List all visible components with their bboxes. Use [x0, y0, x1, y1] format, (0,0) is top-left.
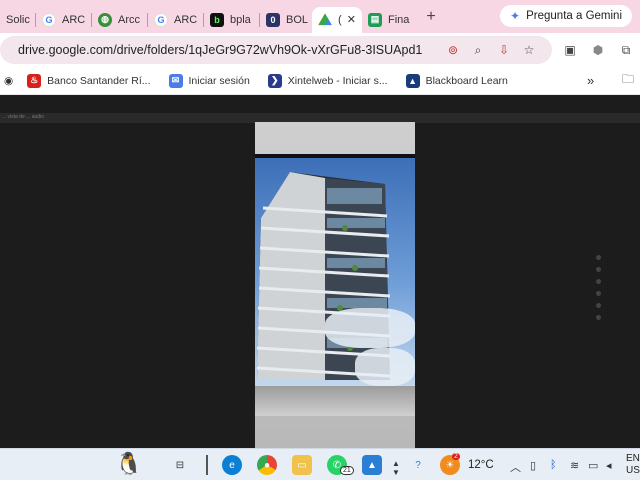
image-bottom-area: [255, 386, 415, 416]
battery-icon[interactable]: ▭: [588, 459, 598, 472]
bookmarks-bar: ◉ ♨ Banco Santander Rí... ✉ Iniciar sesi…: [0, 67, 640, 95]
tab-2[interactable]: ◍ Arcc: [92, 7, 148, 33]
bluetooth-icon[interactable]: ᛒ: [550, 459, 557, 471]
tab-1[interactable]: G ARC: [36, 7, 92, 33]
bookmark-label: Xintelweb - Iniciar s...: [287, 74, 388, 87]
url-text[interactable]: drive.google.com/drive/folders/1qJeGr9G7…: [18, 43, 422, 57]
bookmarks-overflow-button[interactable]: »: [587, 73, 594, 88]
screen-capture-icon[interactable]: ⊚: [445, 42, 461, 58]
bookmark-xintelweb[interactable]: ❯ Xintelweb - Iniciar s...: [267, 73, 388, 88]
scroll-arrows-icon[interactable]: ▲ ▼: [392, 459, 400, 477]
building-render-image[interactable]: [255, 122, 415, 448]
tab-label: ARC: [62, 13, 86, 26]
bookmark-label: Iniciar sesión: [188, 74, 250, 87]
bookmark-star-icon[interactable]: ☆: [521, 42, 537, 58]
google-drive-icon: [318, 13, 332, 26]
google-icon: G: [154, 12, 168, 27]
taskbar-divider: [206, 455, 208, 475]
bookmark-iniciar-sesion[interactable]: ✉ Iniciar sesión: [168, 73, 250, 88]
viewer-header-text: ... vista de ... audio: [2, 114, 44, 120]
install-app-icon[interactable]: ⇩: [496, 42, 512, 58]
wifi-icon[interactable]: ≋: [570, 459, 579, 472]
tab-6-active[interactable]: ( ✕: [312, 6, 362, 33]
volume-icon[interactable]: ◂: [606, 459, 612, 472]
bookmark-label: Banco Santander Rí...: [47, 74, 151, 87]
help-icon[interactable]: ?: [408, 455, 428, 475]
login-icon: ✉: [168, 73, 183, 88]
browser-toolbar: drive.google.com/drive/folders/1qJeGr9G7…: [0, 33, 640, 67]
tab-label: BOL: [286, 13, 309, 26]
lang-region: US: [626, 465, 640, 476]
blackboard-icon: ▲: [405, 73, 420, 88]
drive-preview-viewer: ... vista de ... audio: [0, 95, 640, 448]
device-icon[interactable]: ▯: [530, 459, 536, 472]
tab-label: bpla: [230, 13, 251, 26]
photos-icon[interactable]: ▲: [362, 455, 382, 475]
folder-icon[interactable]: 🗀: [622, 70, 634, 91]
windows-taskbar: 🐧 ⊟ e ● ▭ ✆ 21 ▲ ▲ ▼ ? ☀ 2 12°C ︿ ▯ ᛒ ≋ ▭…: [0, 448, 640, 480]
gemini-sparkle-icon: ✦: [510, 9, 521, 23]
file-explorer-icon[interactable]: ▭: [292, 455, 312, 475]
gemini-label: Pregunta a Gemini: [526, 10, 622, 22]
site-info-icon[interactable]: [0, 36, 10, 64]
xintelweb-icon: ❯: [267, 73, 282, 88]
gemini-button[interactable]: ✦ Pregunta a Gemini: [500, 5, 632, 27]
sheets-icon: ▤: [368, 12, 382, 27]
tab-label: Solic: [6, 13, 30, 26]
tab-0[interactable]: Solic: [0, 7, 36, 33]
bookmark-label: Blackboard Learn: [425, 74, 508, 87]
extension-icon[interactable]: ▣: [562, 42, 578, 58]
tab-3[interactable]: G ARC: [148, 7, 204, 33]
extensions-puzzle-icon[interactable]: ⬢: [590, 42, 606, 58]
tab-label: (: [338, 13, 342, 26]
puffin-widget-icon[interactable]: 🐧: [115, 451, 142, 477]
task-view-icon[interactable]: ⊟: [170, 455, 190, 475]
new-tab-button[interactable]: +: [420, 8, 442, 26]
tab-label: ARC: [174, 13, 198, 26]
puzzle-icon[interactable]: ⧉: [618, 42, 634, 58]
building-photo: [255, 158, 415, 386]
temperature-text: 12°C: [468, 459, 494, 471]
weather-badge: 2: [452, 453, 460, 460]
google-icon: G: [42, 12, 56, 27]
tab-strip: Solic G ARC ◍ Arcc G ARC b bpla 0 BOL ( …: [0, 0, 640, 33]
chrome-icon[interactable]: ●: [257, 455, 277, 475]
zoom-icon[interactable]: ⌕: [470, 42, 486, 58]
tab-7[interactable]: ▤ Fina: [362, 7, 414, 33]
tab-label: Fina: [388, 13, 410, 26]
tray-chevron-icon[interactable]: ︿: [510, 459, 521, 475]
dimmed-sidebar: [596, 255, 620, 327]
globe-icon: ◍: [98, 12, 112, 27]
tab-5[interactable]: 0 BOL: [260, 7, 312, 33]
bookmark-blackboard[interactable]: ▲ Blackboard Learn: [405, 73, 508, 88]
edge-icon[interactable]: e: [222, 455, 242, 475]
lang-code: ENG: [626, 453, 640, 464]
tab-4[interactable]: b bpla: [204, 7, 260, 33]
bookmark-santander[interactable]: ♨ Banco Santander Rí...: [27, 73, 151, 88]
b-app-icon: b: [210, 12, 224, 27]
santander-icon: ♨: [27, 73, 42, 88]
globe-bookmark-icon[interactable]: ◉: [4, 75, 13, 87]
language-indicator[interactable]: ENG US: [626, 453, 640, 477]
whatsapp-badge: 21: [340, 466, 354, 475]
bol-icon: 0: [266, 12, 280, 27]
tab-label: Arcc: [118, 13, 140, 26]
close-tab-icon[interactable]: ✕: [347, 13, 356, 26]
